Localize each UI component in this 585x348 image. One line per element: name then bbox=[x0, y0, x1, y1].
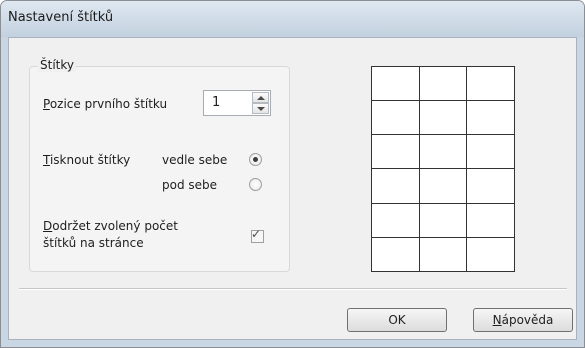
radio-selected-dot bbox=[253, 157, 258, 162]
preview-label-cell bbox=[466, 134, 515, 170]
preview-row bbox=[371, 202, 515, 238]
preview-label-cell bbox=[371, 100, 420, 136]
spinner-up-button[interactable] bbox=[252, 92, 269, 103]
preview-grid bbox=[371, 65, 515, 273]
mnemonic-n: N bbox=[492, 313, 502, 327]
keep-count-label-line1: Dodržet zvolený počet bbox=[43, 219, 178, 233]
preview-label-cell bbox=[371, 65, 420, 102]
preview-label-cell bbox=[371, 236, 420, 273]
preview-label-cell bbox=[418, 65, 468, 102]
first-label-position-spinner[interactable]: 1 bbox=[203, 90, 271, 116]
arrow-down-icon bbox=[257, 107, 265, 111]
preview-label-cell bbox=[466, 202, 515, 238]
help-button[interactable]: Nápověda bbox=[473, 308, 573, 332]
help-button-text: ápověda bbox=[501, 313, 554, 327]
title-bar[interactable]: Nastavení štítků bbox=[1, 1, 584, 37]
preview-label-cell bbox=[371, 134, 420, 170]
mnemonic-d: D bbox=[43, 219, 53, 233]
group-title: Štítky bbox=[38, 58, 76, 72]
preview-label-cell bbox=[466, 100, 515, 136]
keep-count-line1-text: održet zvolený počet bbox=[52, 219, 178, 233]
mnemonic-t: T bbox=[43, 153, 50, 167]
preview-label-cell bbox=[418, 236, 468, 273]
preview-label-cell bbox=[466, 236, 515, 273]
preview-row bbox=[371, 134, 515, 170]
preview-label-cell bbox=[418, 134, 468, 170]
spinner-down-button[interactable] bbox=[252, 103, 269, 114]
preview-row bbox=[371, 65, 515, 102]
preview-label-cell bbox=[418, 168, 468, 204]
separator bbox=[19, 288, 567, 290]
preview-label-cell bbox=[418, 202, 468, 238]
arrow-up-icon bbox=[257, 96, 265, 100]
window-title: Nastavení štítků bbox=[8, 10, 114, 25]
checkmark-icon: ✓ bbox=[251, 227, 262, 241]
keep-count-label-line2: štítků na stránce bbox=[43, 236, 144, 250]
mnemonic-p: P bbox=[43, 97, 50, 111]
preview-label-cell bbox=[371, 168, 420, 204]
radio-side-by-side-label[interactable]: vedle sebe bbox=[162, 153, 227, 167]
dialog-body: Štítky Pozice prvního štítku 1 Tisknout … bbox=[8, 37, 577, 340]
preview-row bbox=[371, 168, 515, 204]
preview-label-cell bbox=[418, 100, 468, 136]
radio-stacked-label[interactable]: pod sebe bbox=[162, 178, 217, 192]
preview-row bbox=[371, 236, 515, 273]
radio-stacked[interactable] bbox=[249, 178, 262, 191]
preview-label-cell bbox=[371, 202, 420, 238]
label-layout-preview bbox=[371, 65, 515, 273]
keep-count-checkbox[interactable]: ✓ bbox=[251, 227, 264, 243]
first-label-position-text: ozice prvního štítku bbox=[49, 97, 168, 111]
preview-row bbox=[371, 100, 515, 136]
radio-side-by-side[interactable] bbox=[249, 153, 262, 166]
first-label-position-label: Pozice prvního štítku bbox=[43, 97, 167, 111]
dialog-window: Nastavení štítků Štítky Pozice prvního š… bbox=[0, 0, 585, 348]
print-labels-label: Tisknout štítky bbox=[43, 153, 130, 167]
preview-label-cell bbox=[466, 65, 515, 102]
ok-button[interactable]: OK bbox=[347, 308, 447, 332]
preview-label-cell bbox=[466, 168, 515, 204]
spinner-value[interactable]: 1 bbox=[212, 95, 220, 110]
print-labels-text: isknout štítky bbox=[49, 153, 131, 167]
